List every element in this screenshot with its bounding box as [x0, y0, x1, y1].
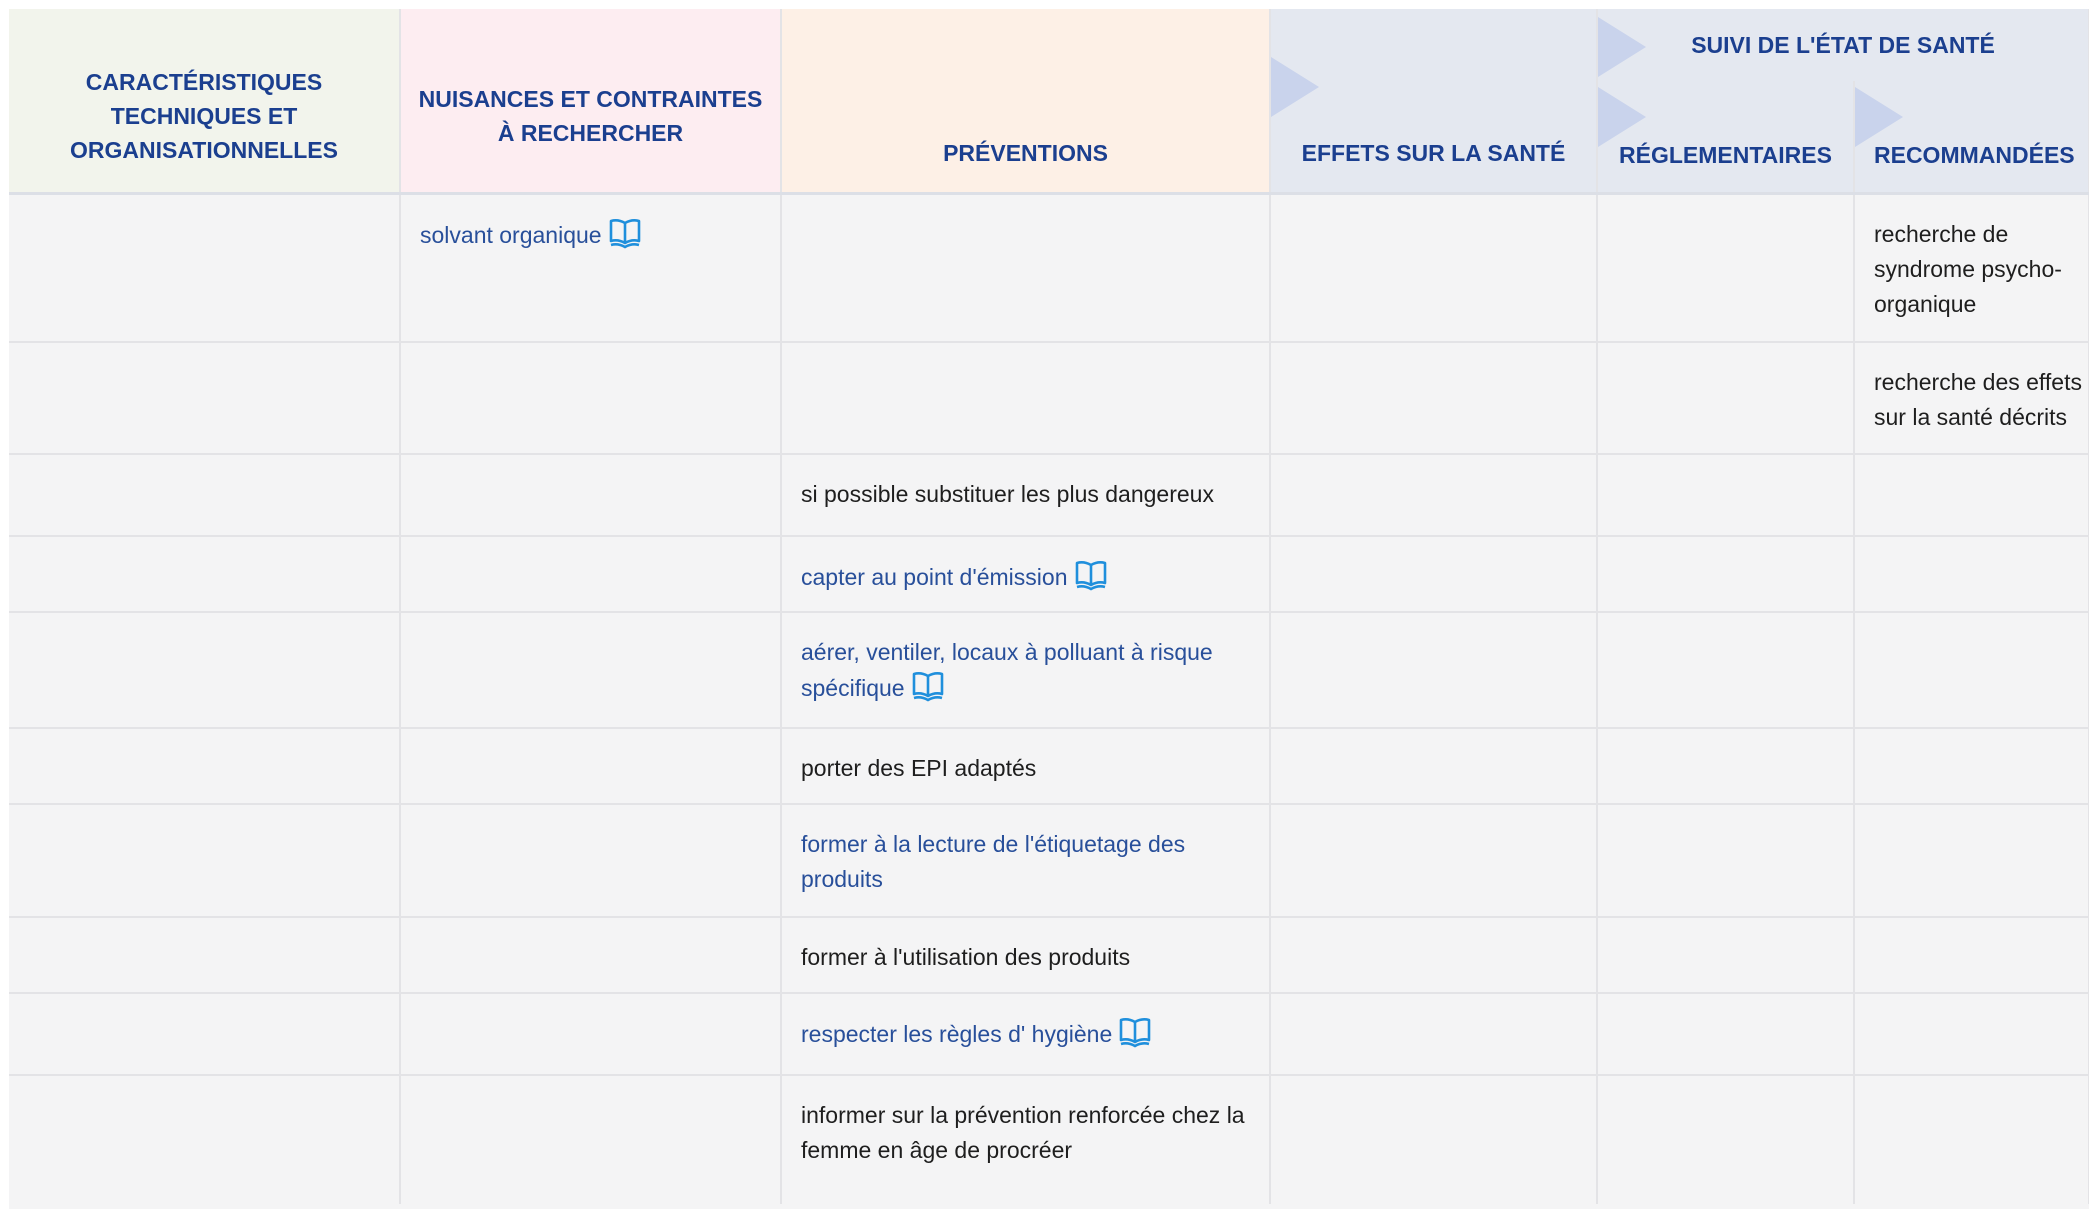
- table-row: informer sur la prévention renforcée che…: [9, 1075, 2089, 1204]
- cell-nuisance: [400, 1075, 782, 1204]
- header-effets-sante-label: EFFETS SUR LA SANTÉ: [1301, 140, 1566, 166]
- cell-prevention[interactable]: capter au point d'émission: [781, 536, 1271, 613]
- cell-nuisance: [400, 917, 782, 994]
- arrow-right-icon: [1855, 86, 1903, 147]
- table-row: si possible substituer les plus dangereu…: [9, 454, 2089, 537]
- nuisance-link[interactable]: solvant organique: [420, 222, 602, 248]
- cell-tech: [9, 342, 401, 455]
- table-row: recherche des effets sur la santé décrit…: [9, 342, 2089, 455]
- risk-table-container: CARACTÉRISTIQUES TECHNIQUES ET ORGANISAT…: [9, 9, 2089, 1209]
- prevention-link[interactable]: former à la lecture de l'étiquetage des …: [801, 831, 1185, 892]
- cell-tech: [9, 193, 401, 343]
- cell-tech: [9, 804, 401, 918]
- arrow-right-icon: [1598, 17, 1646, 77]
- cell-recommandees: recherche de syndrome psycho-organique: [1854, 193, 2089, 343]
- cell-effets: [1270, 917, 1598, 994]
- cell-prevention: si possible substituer les plus dangereu…: [781, 454, 1271, 537]
- cell-tech: [9, 454, 401, 537]
- risk-table: CARACTÉRISTIQUES TECHNIQUES ET ORGANISAT…: [9, 9, 2089, 1204]
- cell-effets: [1270, 454, 1598, 537]
- cell-prevention[interactable]: aérer, ventiler, locaux à polluant à ris…: [781, 612, 1271, 729]
- cell-tech: [9, 612, 401, 729]
- cell-tech: [9, 917, 401, 994]
- cell-recommandees: [1854, 917, 2089, 994]
- prevention-link[interactable]: respecter les règles d' hygiène: [801, 1021, 1112, 1047]
- table-row: capter au point d'émission: [9, 536, 2089, 613]
- cell-nuisance: [400, 454, 782, 537]
- cell-recommandees: [1854, 728, 2089, 805]
- header-effets-sante: EFFETS SUR LA SANTÉ: [1270, 9, 1598, 194]
- table-row: porter des EPI adaptés: [9, 728, 2089, 805]
- cell-recommandees: recherche des effets sur la santé décrit…: [1854, 342, 2089, 455]
- cell-recommandees: [1854, 612, 2089, 729]
- cell-nuisance: [400, 804, 782, 918]
- cell-effets: [1270, 728, 1598, 805]
- header-recommandees: RECOMMANDÉES: [1854, 80, 2089, 194]
- cell-effets: [1270, 993, 1598, 1076]
- arrow-right-icon: [1598, 86, 1646, 147]
- book-open-icon[interactable]: [608, 217, 642, 249]
- cell-nuisance: [400, 612, 782, 729]
- cell-reglementaires: [1597, 612, 1855, 729]
- cell-nuisance: [400, 536, 782, 613]
- header-recommandees-label: RECOMMANDÉES: [1874, 142, 2075, 168]
- cell-recommandees: [1854, 536, 2089, 613]
- cell-effets: [1270, 612, 1598, 729]
- cell-nuisance: [400, 993, 782, 1076]
- cell-nuisance: [400, 728, 782, 805]
- table-row: former à la lecture de l'étiquetage des …: [9, 804, 2089, 918]
- header-reglementaires: RÉGLEMENTAIRES: [1597, 80, 1855, 194]
- arrow-right-icon: [1271, 57, 1319, 117]
- cell-prevention[interactable]: respecter les règles d' hygiène: [781, 993, 1271, 1076]
- cell-recommandees: [1854, 993, 2089, 1076]
- header-caracteristiques: CARACTÉRISTIQUES TECHNIQUES ET ORGANISAT…: [9, 9, 401, 194]
- table-row: solvant organique recherche de syndrome …: [9, 193, 2089, 343]
- cell-prevention: former à l'utilisation des produits: [781, 917, 1271, 994]
- prevention-link[interactable]: aérer, ventiler, locaux à polluant à ris…: [801, 639, 1213, 701]
- book-open-icon[interactable]: [1118, 1016, 1152, 1048]
- cell-prevention: porter des EPI adaptés: [781, 728, 1271, 805]
- table-row: former à l'utilisation des produits: [9, 917, 2089, 994]
- cell-reglementaires: [1597, 454, 1855, 537]
- book-open-icon[interactable]: [1074, 559, 1108, 591]
- cell-effets: [1270, 193, 1598, 343]
- header-suivi-sante-label: SUIVI DE L'ÉTAT DE SANTÉ: [1691, 31, 1995, 58]
- cell-prevention: informer sur la prévention renforcée che…: [781, 1075, 1271, 1204]
- cell-reglementaires: [1597, 342, 1855, 455]
- cell-recommandees: [1854, 804, 2089, 918]
- book-open-icon[interactable]: [911, 670, 945, 702]
- cell-effets: [1270, 1075, 1598, 1204]
- table-row: aérer, ventiler, locaux à polluant à ris…: [9, 612, 2089, 729]
- header-preventions: PRÉVENTIONS: [781, 9, 1271, 194]
- cell-recommandees: [1854, 1075, 2089, 1204]
- header-reglementaires-label: RÉGLEMENTAIRES: [1619, 142, 1832, 168]
- cell-tech: [9, 728, 401, 805]
- cell-effets: [1270, 342, 1598, 455]
- cell-reglementaires: [1597, 917, 1855, 994]
- cell-prevention[interactable]: former à la lecture de l'étiquetage des …: [781, 804, 1271, 918]
- cell-reglementaires: [1597, 804, 1855, 918]
- cell-reglementaires: [1597, 1075, 1855, 1204]
- cell-nuisance: [400, 342, 782, 455]
- header-nuisances: NUISANCES ET CONTRAINTES À RECHERCHER: [400, 9, 782, 194]
- cell-prevention: [781, 342, 1271, 455]
- cell-tech: [9, 536, 401, 613]
- table-row: respecter les règles d' hygiène: [9, 993, 2089, 1076]
- cell-reglementaires: [1597, 536, 1855, 613]
- cell-reglementaires: [1597, 728, 1855, 805]
- cell-tech: [9, 1075, 401, 1204]
- header-suivi-sante: SUIVI DE L'ÉTAT DE SANTÉ: [1597, 9, 2089, 81]
- cell-recommandees: [1854, 454, 2089, 537]
- cell-reglementaires: [1597, 993, 1855, 1076]
- cell-tech: [9, 993, 401, 1076]
- cell-nuisance[interactable]: solvant organique: [400, 193, 782, 343]
- cell-effets: [1270, 536, 1598, 613]
- prevention-link[interactable]: capter au point d'émission: [801, 564, 1068, 590]
- cell-effets: [1270, 804, 1598, 918]
- cell-reglementaires: [1597, 193, 1855, 343]
- cell-prevention: [781, 193, 1271, 343]
